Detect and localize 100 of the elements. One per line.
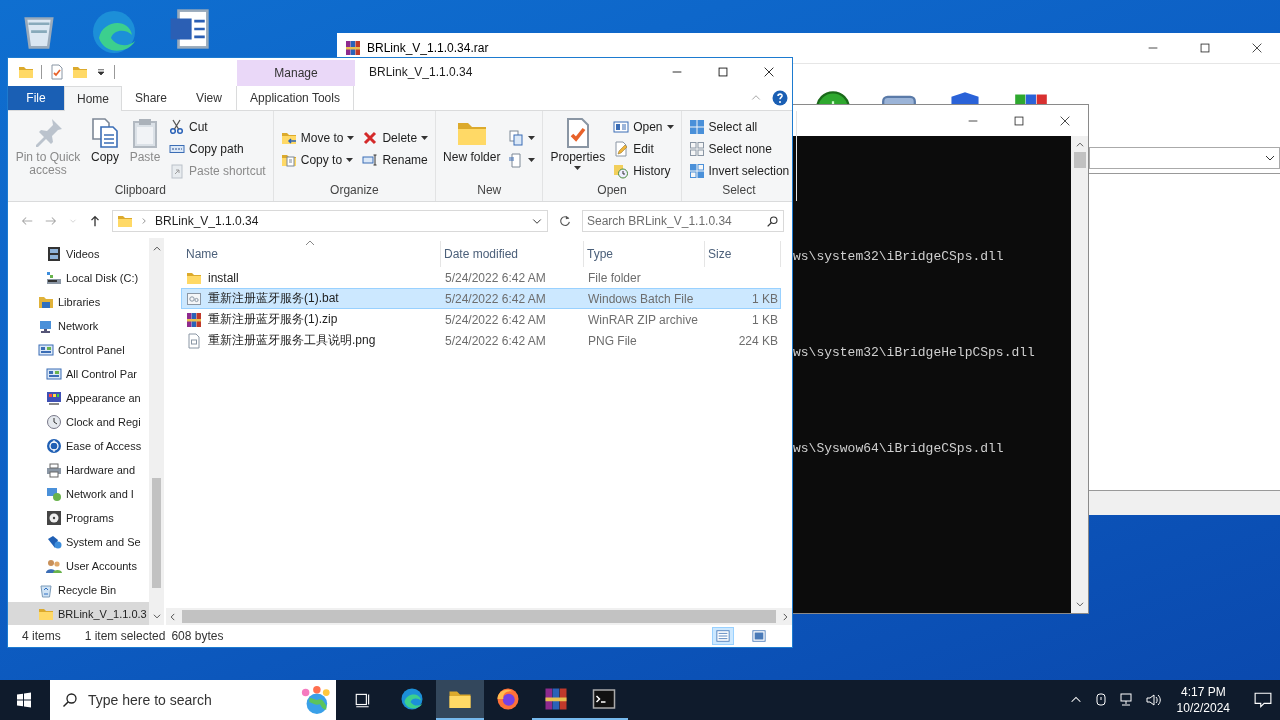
file-row[interactable]: install 5/24/2022 6:42 AM File folder (181, 267, 781, 288)
move-folder-icon (280, 130, 297, 146)
nav-item[interactable]: Hardware and (8, 458, 149, 482)
clock-time[interactable]: 4:17 PM (1180, 684, 1226, 700)
history-icon (613, 163, 630, 179)
library-icon (38, 294, 54, 310)
ribbon-button[interactable]: Copy to (277, 149, 358, 171)
ribbon-button[interactable]: Select none (685, 138, 793, 160)
file-name: 重新注册蓝牙服务工具说明.png (208, 332, 376, 349)
maximize-icon[interactable] (1012, 113, 1026, 128)
nav-item[interactable]: Programs (8, 506, 149, 530)
nav-item[interactable]: Network (8, 314, 149, 338)
ribbon-button[interactable]: Copy path (166, 138, 269, 160)
ribbon-tab[interactable]: Share (122, 86, 180, 110)
search-field[interactable]: Search BRLink_V_1.1.0.34 (582, 210, 784, 232)
rename-icon (362, 152, 379, 168)
close-icon[interactable] (1250, 41, 1264, 55)
ribbon-button[interactable]: Select all (685, 116, 793, 138)
ribbon-button[interactable]: History (610, 160, 677, 182)
column-header[interactable]: Date modified (441, 241, 584, 267)
wave-browser-icon[interactable] (400, 687, 424, 711)
control-panel-icon (46, 366, 62, 382)
ribbon-button[interactable]: Move to (277, 127, 358, 149)
search-icon (62, 692, 78, 708)
disc-icon (46, 510, 62, 526)
wave-browser-icon (90, 8, 138, 56)
dropdown-icon[interactable] (95, 66, 107, 78)
column-header[interactable]: Name (183, 241, 441, 267)
large-icons-view-icon[interactable] (752, 629, 766, 643)
task-view-icon[interactable] (354, 691, 372, 709)
ribbon-button[interactable]: Open (610, 116, 677, 138)
archive-icon (345, 40, 361, 56)
ribbon-button[interactable]: Delete (359, 127, 432, 149)
column-header[interactable]: Type (584, 241, 705, 267)
windows-logo-icon[interactable] (16, 692, 32, 708)
ribbon-button[interactable]: Edit (610, 138, 677, 160)
open-icon (613, 119, 630, 135)
archive-icon[interactable] (544, 687, 568, 711)
address-bar[interactable]: BRLink_V_1.1.0.34 (112, 210, 548, 232)
file-row[interactable]: 重新注册蓝牙服务(1).zip 5/24/2022 6:42 AM WinRAR ZIP archive 1 KB (181, 309, 781, 330)
nav-item[interactable]: Clock and Regi (8, 410, 149, 434)
terminal-icon[interactable] (592, 687, 616, 711)
nav-item[interactable]: Network and I (8, 482, 149, 506)
ribbon-tab[interactable]: File (8, 86, 64, 110)
search-field[interactable]: Type here to search (50, 680, 336, 720)
ribbon-button[interactable]: Cut (166, 116, 269, 138)
image-file-icon (186, 332, 202, 349)
scrollbar[interactable] (1071, 136, 1088, 613)
nav-item[interactable]: Recycle Bin (8, 578, 149, 602)
nav-item[interactable]: Local Disk (C:) (8, 266, 149, 290)
help-icon[interactable] (772, 90, 788, 106)
date-cell-text: 5/24/2022 6:42 AM (444, 270, 547, 285)
properties-icon[interactable] (49, 64, 65, 80)
file-row[interactable]: 重新注册蓝牙服务(1).bat 5/24/2022 6:42 AM Windows Batch File 1 KB (181, 288, 781, 309)
nav-item[interactable]: System and Se (8, 530, 149, 554)
ribbon-tab[interactable]: View (180, 86, 238, 110)
caret-icon (421, 136, 429, 140)
maximize-icon[interactable] (716, 65, 730, 79)
speaker-icon[interactable] (1144, 692, 1161, 708)
file-row[interactable]: 重新注册蓝牙服务工具说明.png 5/24/2022 6:42 AM PNG File 224 KB (181, 330, 781, 351)
scrollbar-thumb[interactable] (152, 478, 161, 588)
shortcut-icon (169, 163, 185, 179)
close-icon[interactable] (762, 65, 776, 79)
ribbon-button[interactable]: Rename (359, 149, 432, 171)
details-view-icon[interactable] (716, 629, 730, 643)
type-cell-text: File folder (587, 270, 642, 285)
nav-item[interactable]: BRLink_V_1.1.0.3 (8, 602, 149, 625)
nav-item[interactable]: All Control Par (8, 362, 149, 386)
fox-browser-icon[interactable] (496, 687, 520, 711)
batch-file-icon (186, 290, 202, 307)
copy-icon (89, 117, 121, 149)
window-title: BRLink_V_1.1.0.34 (368, 64, 474, 81)
clock-date[interactable]: 10/2/2024 (1176, 700, 1230, 716)
scrollbar-thumb[interactable] (182, 610, 776, 623)
scrollbar[interactable] (166, 608, 792, 625)
console-line: ws\system32\iBridgeCSps.dll (793, 249, 1005, 265)
nav-item[interactable]: Control Panel (8, 338, 149, 362)
column-header[interactable]: Size (705, 241, 781, 267)
nav-item[interactable]: User Accounts (8, 554, 149, 578)
notification-icon[interactable] (1254, 691, 1272, 709)
up-arrow-icon[interactable] (88, 214, 102, 228)
nav-item[interactable]: Ease of Access (8, 434, 149, 458)
display-icon (46, 390, 62, 406)
nav-item[interactable]: Videos (8, 242, 149, 266)
scrollbar[interactable] (149, 238, 164, 625)
nav-item[interactable]: Appearance an (8, 386, 149, 410)
ribbon-button[interactable]: Invert selection (685, 160, 793, 182)
chevron-up-icon (151, 244, 162, 254)
maximize-icon[interactable] (1198, 41, 1212, 55)
ribbon-button[interactable]: Properties (547, 115, 609, 172)
ribbon-button[interactable]: Copy (86, 115, 124, 166)
path-dropdown[interactable] (1089, 147, 1280, 169)
nav-item[interactable]: Libraries (8, 290, 149, 314)
folder-icon (117, 213, 133, 229)
network-icon[interactable] (1118, 692, 1135, 708)
scrollbar-thumb[interactable] (1073, 152, 1086, 168)
document-icon (168, 8, 210, 50)
refresh-icon[interactable] (558, 214, 572, 228)
ribbon-tab[interactable]: Home (64, 86, 122, 111)
ribbon-button[interactable]: New folder (440, 115, 504, 166)
